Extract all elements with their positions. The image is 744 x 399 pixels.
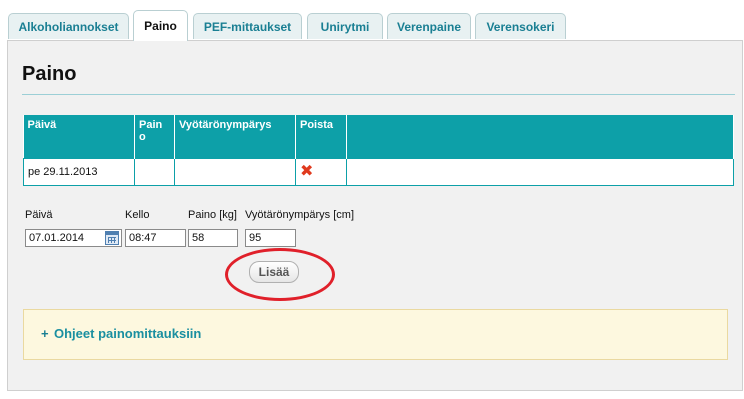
tab-paino[interactable]: Paino: [133, 10, 188, 41]
date-label: Päivä: [25, 209, 53, 221]
cell-empty: [346, 157, 734, 186]
waist-label: Vyötärönympärys [cm]: [245, 209, 355, 221]
waist-input[interactable]: [245, 229, 296, 247]
col-header-delete: Poista: [295, 115, 347, 158]
tab-alkoholiannokset[interactable]: Alkoholiannokset: [8, 13, 129, 39]
col-header-date: Päivä: [23, 115, 135, 158]
expand-plus-icon[interactable]: +: [41, 326, 49, 341]
help-link[interactable]: Ohjeet painomittauksiin: [54, 326, 201, 341]
cell-delete: ✖: [295, 157, 347, 186]
delete-icon[interactable]: ✖: [300, 163, 313, 180]
calendar-icon[interactable]: [105, 231, 119, 245]
tab-verensokeri[interactable]: Verensokeri: [475, 13, 566, 39]
page-title: Paino: [22, 63, 77, 85]
col-header-empty: [346, 115, 734, 158]
cell-waist: [174, 157, 296, 186]
table-row: pe 29.11.2013 ✖: [23, 157, 734, 186]
cell-weight: [134, 157, 175, 186]
add-button[interactable]: Lisää: [249, 261, 299, 283]
cell-date: pe 29.11.2013: [23, 157, 135, 186]
tab-bar: Alkoholiannokset Paino PEF-mittaukset Un…: [0, 0, 744, 41]
col-header-weight: Pain o: [134, 115, 175, 158]
time-input[interactable]: [125, 229, 186, 247]
tab-pef-mittaukset[interactable]: PEF-mittaukset: [193, 13, 302, 39]
content-panel: Paino Päivä Pain o Vyötärönympärys Poist…: [7, 40, 743, 391]
tab-verenpaine[interactable]: Verenpaine: [387, 13, 471, 39]
weight-table: Päivä Pain o Vyötärönympärys Poista pe 2…: [23, 115, 734, 186]
table-header-row: Päivä Pain o Vyötärönympärys Poista: [23, 115, 734, 158]
weight-label: Paino [kg]: [188, 209, 237, 221]
help-box: + Ohjeet painomittauksiin: [23, 309, 728, 360]
time-label: Kello: [125, 209, 150, 221]
title-divider: [22, 94, 735, 95]
weight-input[interactable]: [188, 229, 238, 247]
tab-unirytmi[interactable]: Unirytmi: [307, 13, 383, 39]
col-header-waist: Vyötärönympärys: [174, 115, 296, 158]
